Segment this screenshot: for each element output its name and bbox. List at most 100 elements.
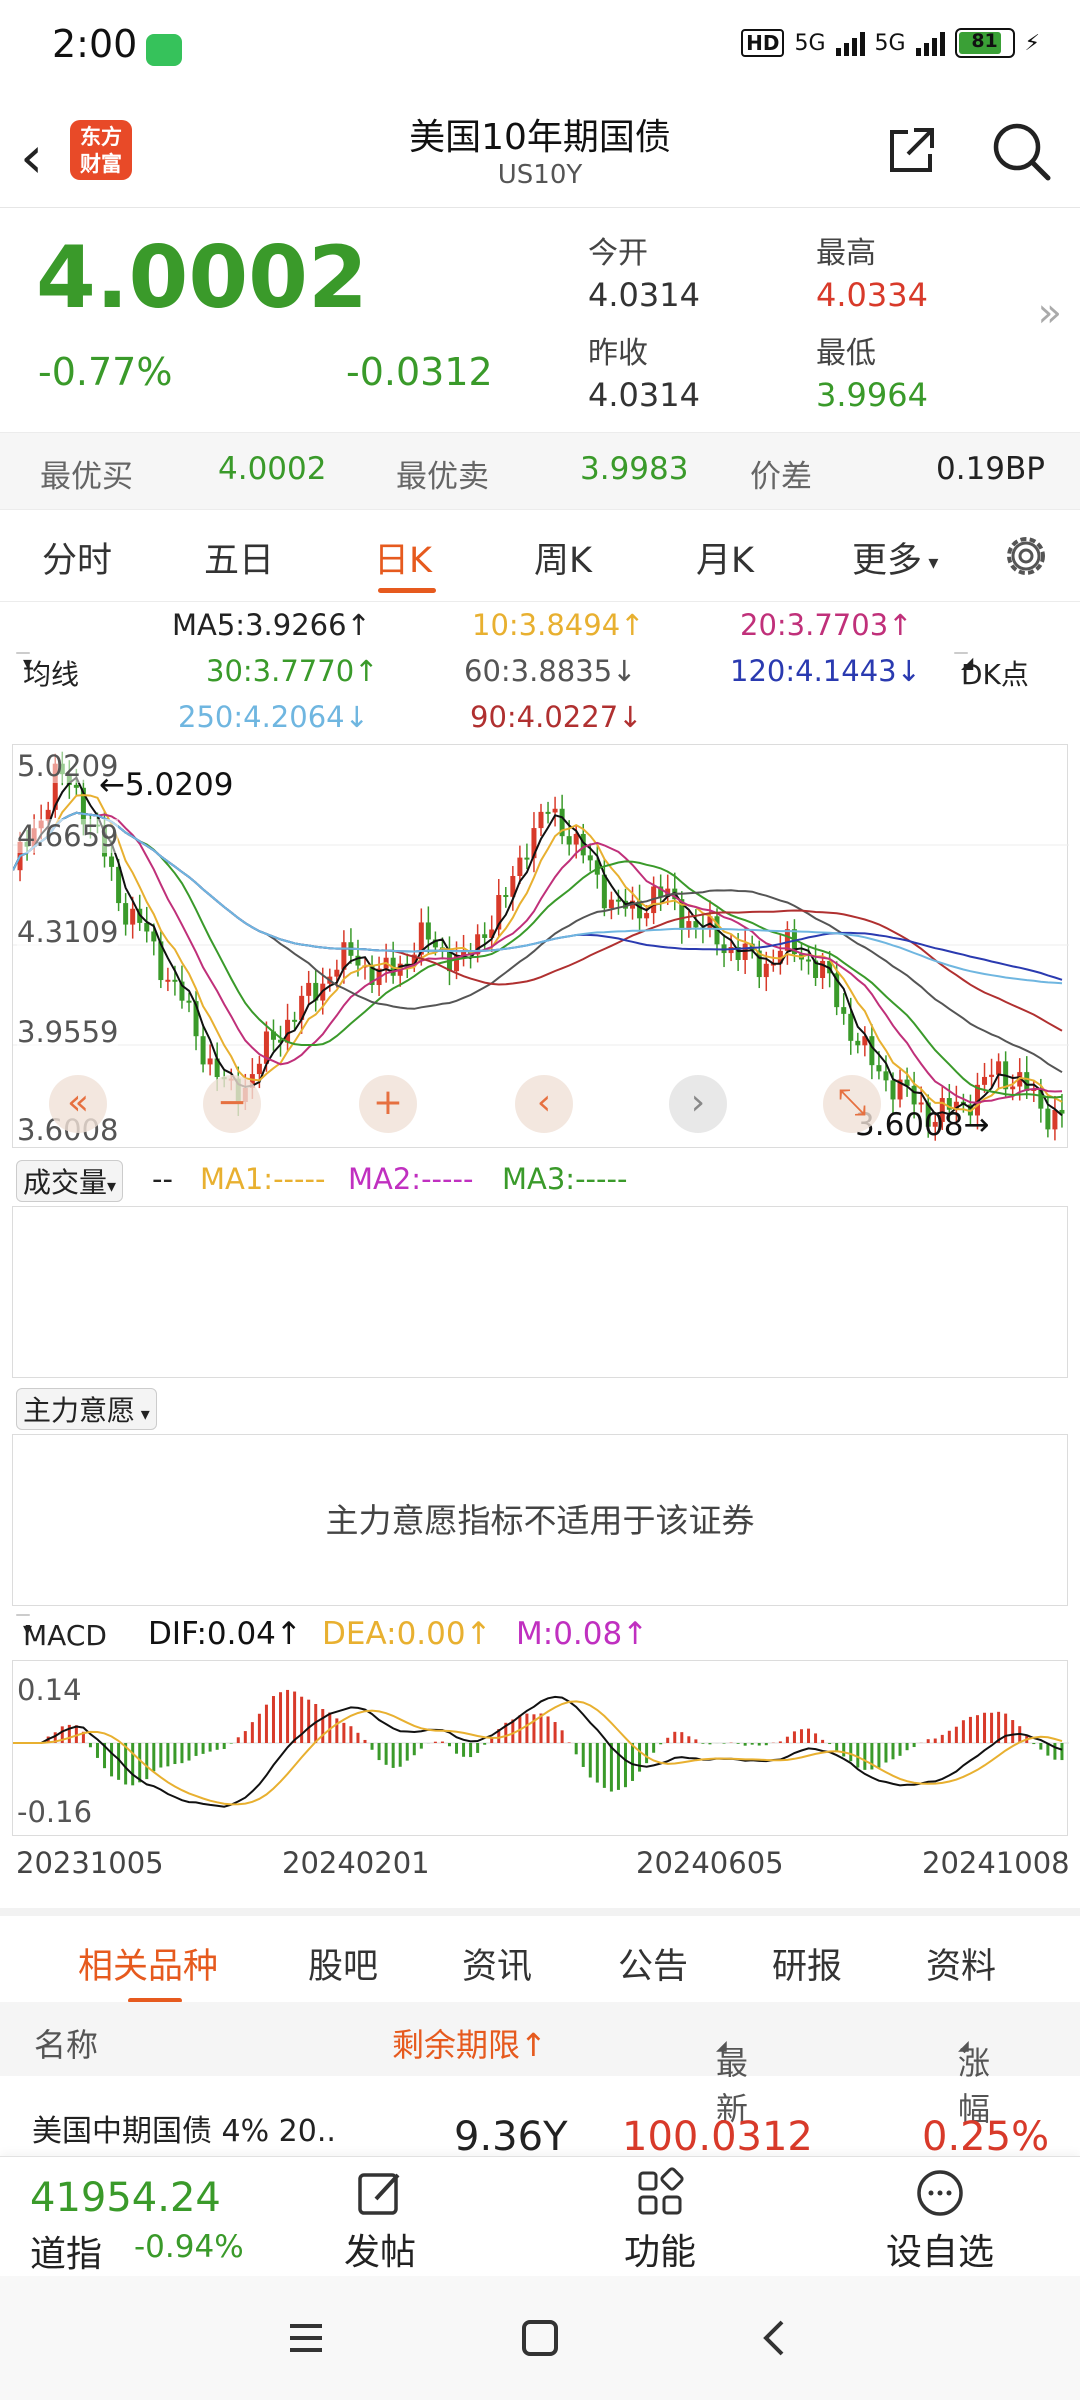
macd-selector[interactable]: MACD ▾ (16, 1614, 107, 1652)
ma30-value: 30:3.7770↑ (206, 654, 379, 688)
period-tabs: 分时 五日 日K 周K 月K 更多 ▾ (0, 510, 1080, 602)
intent-selector[interactable]: 主力意愿 ▾ (16, 1388, 157, 1430)
moving-average-line-6 (13, 811, 1063, 981)
candle-body (292, 1019, 298, 1022)
tab-news[interactable]: 资讯 (462, 1938, 532, 1989)
high-label: 最高 (816, 236, 876, 271)
caret-down-icon: ▾ (23, 1619, 33, 1640)
back-nav-icon[interactable] (754, 2318, 794, 2358)
zoom-in-icon[interactable]: + (359, 1075, 417, 1133)
bid-ask-bar: 最优买 4.0002 最优卖 3.9983 价差 0.19BP (0, 432, 1080, 510)
low-value: 3.9964 (816, 376, 928, 414)
tab-weekly-k[interactable]: 周K (534, 532, 592, 583)
dk-point-button[interactable]: DK点 ◢ (954, 652, 1029, 691)
row-name: 美国中期国债 4% 20.. (32, 2114, 336, 2149)
tab-five-day[interactable]: 五日 (204, 532, 274, 583)
zoom-out-icon[interactable]: − (203, 1075, 261, 1133)
volume-dash: -- (152, 1162, 173, 1196)
y-axis-label-2: 4.6659 (17, 819, 119, 853)
search-icon[interactable] (990, 120, 1052, 182)
battery-icon: 81 (954, 28, 1015, 58)
candle-body (256, 1063, 262, 1075)
candle-body (524, 857, 530, 860)
tab-announcements[interactable]: 公告 (618, 1938, 688, 1989)
current-price: 4.0002 (36, 228, 368, 328)
home-icon[interactable] (520, 2318, 560, 2358)
candle-body (306, 982, 312, 996)
candle-body (763, 963, 769, 978)
candle-body (109, 856, 115, 867)
high-marker: ←5.0209 (99, 767, 234, 803)
low-label: 最低 (816, 336, 876, 371)
macd-dea: DEA:0.00↑ (322, 1616, 492, 1652)
macd-y-top: 0.14 (17, 1673, 82, 1707)
tab-related[interactable]: 相关品种 (78, 1938, 218, 1989)
candle-body (334, 969, 340, 977)
table-row[interactable]: 美国中期国债 4% 20.. 9.36Y 100.0312 0.25% (0, 2076, 1080, 2160)
features-button[interactable]: 功能 (590, 2167, 730, 2275)
scroll-right-icon[interactable]: › (669, 1075, 727, 1133)
tab-daily-k[interactable]: 日K (374, 532, 432, 583)
ma-selector[interactable]: 均线 ▾ (16, 652, 79, 691)
date-label-4: 20241008 (922, 1846, 1070, 1880)
candle-body (890, 1080, 896, 1100)
sort-icon: ◢ (716, 2038, 727, 2054)
macd-legend: MACD ▾ DIF:0.04↑ DEA:0.00↑ M:0.08↑ (0, 1612, 1080, 1658)
edit-icon (358, 2173, 400, 2215)
candle-body (566, 836, 572, 845)
volume-chart[interactable] (12, 1206, 1068, 1378)
signal-icon-2 (915, 30, 945, 56)
post-button[interactable]: 发帖 (310, 2167, 450, 2275)
share-icon[interactable] (884, 122, 940, 178)
candle-body (123, 903, 129, 925)
prev-close-label: 昨收 (588, 336, 648, 371)
scroll-left-icon[interactable]: ‹ (515, 1075, 573, 1133)
tab-intraday[interactable]: 分时 (42, 532, 112, 583)
date-axis: 20231005 20240201 20240605 20241008 (0, 1846, 1080, 1890)
volume-selector-label: 成交量 (23, 1166, 108, 1199)
tab-research[interactable]: 研报 (772, 1938, 842, 1989)
app-header: ‹ 东方 财富 美国10年期国债 US10Y (0, 100, 1080, 208)
grid-icon (638, 2167, 684, 2215)
candle-body (207, 1058, 213, 1065)
open-label: 今开 (588, 236, 648, 271)
candle-body (482, 934, 488, 938)
k-line-chart[interactable]: 5.0209 4.6659 4.3109 3.9559 3.6008 ←5.02… (12, 744, 1069, 1148)
tab-profile[interactable]: 资料 (926, 1938, 996, 1989)
tab-more[interactable]: 更多 ▾ (852, 532, 938, 583)
ma60-value: 60:3.8835↓ (464, 654, 637, 688)
tab-monthly-k[interactable]: 月K (696, 532, 754, 583)
candle-body (601, 874, 607, 909)
fullscreen-icon[interactable]: ⤡ (823, 1075, 881, 1133)
macd-chart[interactable]: 0.14 -0.16 (12, 1660, 1069, 1836)
info-tabs: 相关品种 股吧 资讯 公告 研报 资料 (0, 1908, 1080, 2003)
y-axis-label-3: 4.3109 (17, 915, 119, 949)
high-value: 4.0334 (816, 276, 928, 314)
candle-body (503, 895, 509, 898)
index-change: -0.94% (134, 2229, 244, 2265)
menu-icon[interactable] (286, 2318, 326, 2358)
gear-icon[interactable] (1000, 530, 1052, 582)
tab-forum[interactable]: 股吧 (308, 1938, 378, 1989)
candle-body (855, 1040, 861, 1046)
double-chevron-right-icon[interactable]: » (1038, 290, 1062, 336)
scroll-to-start-icon[interactable]: « (49, 1075, 107, 1133)
candle-body (989, 1074, 995, 1077)
bid-value: 4.0002 (218, 451, 327, 487)
volume-selector[interactable]: 成交量▾ (16, 1160, 124, 1202)
vol-ma1: MA1:----- (200, 1162, 326, 1196)
candle-body (165, 979, 171, 982)
index-value[interactable]: 41954.24 (30, 2175, 221, 2221)
candle-body (144, 922, 150, 932)
candle-body (1010, 1086, 1016, 1090)
ma120-value: 120:4.1443↓ (730, 654, 921, 688)
status-indicators: HD 5G 5G 81 ⚡ (741, 28, 1040, 58)
candle-body (644, 913, 650, 919)
more-icon (917, 2170, 963, 2216)
candle-body (876, 1065, 882, 1072)
volume-legend: 成交量▾ -- MA1:----- MA2:----- MA3:----- (0, 1158, 1080, 1202)
add-watchlist-button[interactable]: 设自选 (870, 2167, 1010, 2275)
candle-body (982, 1076, 988, 1085)
y-axis-label-4: 3.9559 (17, 1015, 119, 1049)
col-term[interactable]: 剩余期限↑ (392, 2020, 547, 2066)
